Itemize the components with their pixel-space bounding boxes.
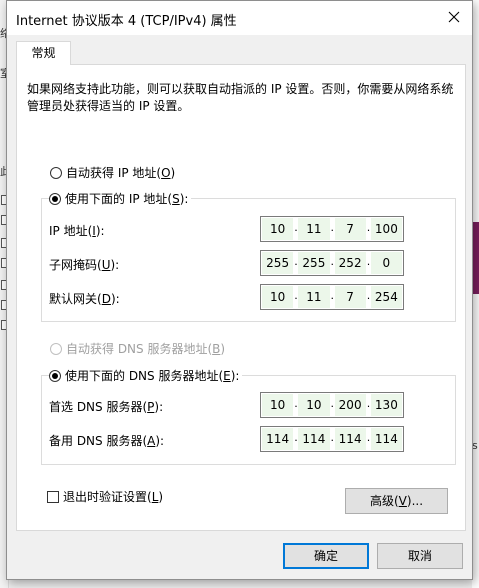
background-text: s — [472, 440, 478, 452]
ip-octet[interactable]: 100 — [370, 218, 402, 240]
preferred-dns-input[interactable]: 10. 10. 200. 130 — [260, 392, 404, 418]
cancel-button[interactable]: 取消 — [377, 543, 463, 569]
radio-auto-ip[interactable]: 自动获得 IP 地址(O) — [50, 164, 175, 181]
octet-separator: . — [366, 431, 371, 444]
general-panel: 如果网络支持此功能，则可以获取自动指派的 IP 设置。否则，你需要从网络系统管理… — [16, 64, 466, 531]
radio-indicator — [50, 342, 62, 355]
ip-address-label: IP 地址(I): — [49, 224, 105, 238]
radio-manual-dns-label: 使用下面的 DNS 服务器地址(E): — [65, 369, 240, 383]
octet-separator: . — [330, 397, 335, 410]
radio-indicator — [50, 166, 62, 179]
octet-separator: . — [294, 397, 298, 410]
tab-general[interactable]: 常规 — [16, 41, 71, 65]
ip-octet[interactable]: 254 — [370, 286, 402, 308]
close-button[interactable] — [436, 1, 472, 33]
octet-separator: . — [330, 289, 335, 302]
title-bar: Internet 协议版本 4 (TCP/IPv4) 属性 — [7, 1, 472, 35]
radio-manual-ip-label: 使用下面的 IP 地址(S): — [65, 192, 189, 206]
radio-manual-ip[interactable]: 使用下面的 IP 地址(S): — [49, 190, 192, 207]
ip-octet[interactable]: 11 — [298, 218, 330, 240]
octet-separator: . — [366, 397, 371, 410]
tcpip-properties-dialog: Internet 协议版本 4 (TCP/IPv4) 属性 常规 如果网络支持此… — [6, 0, 473, 580]
octet-separator: . — [294, 255, 298, 268]
validate-on-exit-label: 退出时验证设置(L) — [63, 490, 164, 504]
radio-auto-ip-label: 自动获得 IP 地址(O) — [66, 166, 176, 180]
background-right-edge — [472, 0, 479, 588]
ip-octet[interactable]: 130 — [370, 394, 402, 416]
octet-separator: . — [366, 221, 371, 234]
ip-octet[interactable]: 255 — [262, 252, 294, 274]
dialog-title: Internet 协议版本 4 (TCP/IPv4) 属性 — [16, 14, 237, 29]
ip-octet[interactable]: 114 — [262, 428, 294, 450]
ip-octet[interactable]: 10 — [262, 286, 294, 308]
ip-octet[interactable]: 114 — [334, 428, 366, 450]
background-accent-block — [472, 222, 479, 294]
description-text: 如果网络支持此功能，则可以获取自动指派的 IP 设置。否则，你需要从网络系统管理… — [27, 82, 454, 113]
default-gateway-input[interactable]: 10. 11. 7. 254 — [260, 284, 404, 310]
octet-separator: . — [330, 255, 335, 268]
radio-auto-dns[interactable]: 自动获得 DNS 服务器地址(B) — [50, 340, 225, 357]
default-gateway-label: 默认网关(D): — [49, 292, 120, 306]
ip-octet[interactable]: 10 — [262, 394, 294, 416]
subnet-mask-label: 子网掩码(U): — [49, 258, 120, 272]
checkbox-indicator — [47, 490, 59, 503]
radio-auto-dns-label: 自动获得 DNS 服务器地址(B) — [66, 342, 226, 356]
ip-octet[interactable]: 114 — [298, 428, 330, 450]
octet-separator: . — [366, 255, 371, 268]
ip-octet[interactable]: 7 — [334, 218, 366, 240]
ok-button[interactable]: 确定 — [283, 543, 369, 569]
octet-separator: . — [330, 221, 335, 234]
ip-octet[interactable]: 11 — [298, 286, 330, 308]
ip-address-input[interactable]: 10. 11. 7. 100 — [260, 216, 404, 242]
octet-separator: . — [366, 289, 371, 302]
preferred-dns-label: 首选 DNS 服务器(P): — [49, 400, 164, 414]
octet-separator: . — [294, 431, 298, 444]
radio-indicator-selected — [49, 369, 61, 382]
ip-octet[interactable]: 252 — [334, 252, 366, 274]
close-icon — [448, 11, 460, 23]
radio-manual-dns[interactable]: 使用下面的 DNS 服务器地址(E): — [49, 367, 243, 384]
octet-separator: . — [294, 289, 298, 302]
octet-separator: . — [330, 431, 335, 444]
validate-on-exit-checkbox[interactable]: 退出时验证设置(L) — [47, 488, 163, 505]
ip-octet[interactable]: 10 — [298, 394, 330, 416]
ip-octet[interactable]: 7 — [334, 286, 366, 308]
octet-separator: . — [294, 221, 298, 234]
radio-indicator-selected — [49, 192, 61, 205]
subnet-mask-input[interactable]: 255. 255. 252. 0 — [260, 250, 404, 276]
alternate-dns-label: 备用 DNS 服务器(A): — [49, 434, 165, 448]
ip-octet[interactable]: 114 — [370, 428, 402, 450]
ip-octet[interactable]: 0 — [370, 252, 402, 274]
ip-octet[interactable]: 10 — [262, 218, 294, 240]
ip-octet[interactable]: 200 — [334, 394, 366, 416]
alternate-dns-input[interactable]: 114. 114. 114. 114 — [260, 426, 404, 452]
ip-octet[interactable]: 255 — [298, 252, 330, 274]
advanced-button[interactable]: 高级(V)... — [345, 488, 448, 514]
